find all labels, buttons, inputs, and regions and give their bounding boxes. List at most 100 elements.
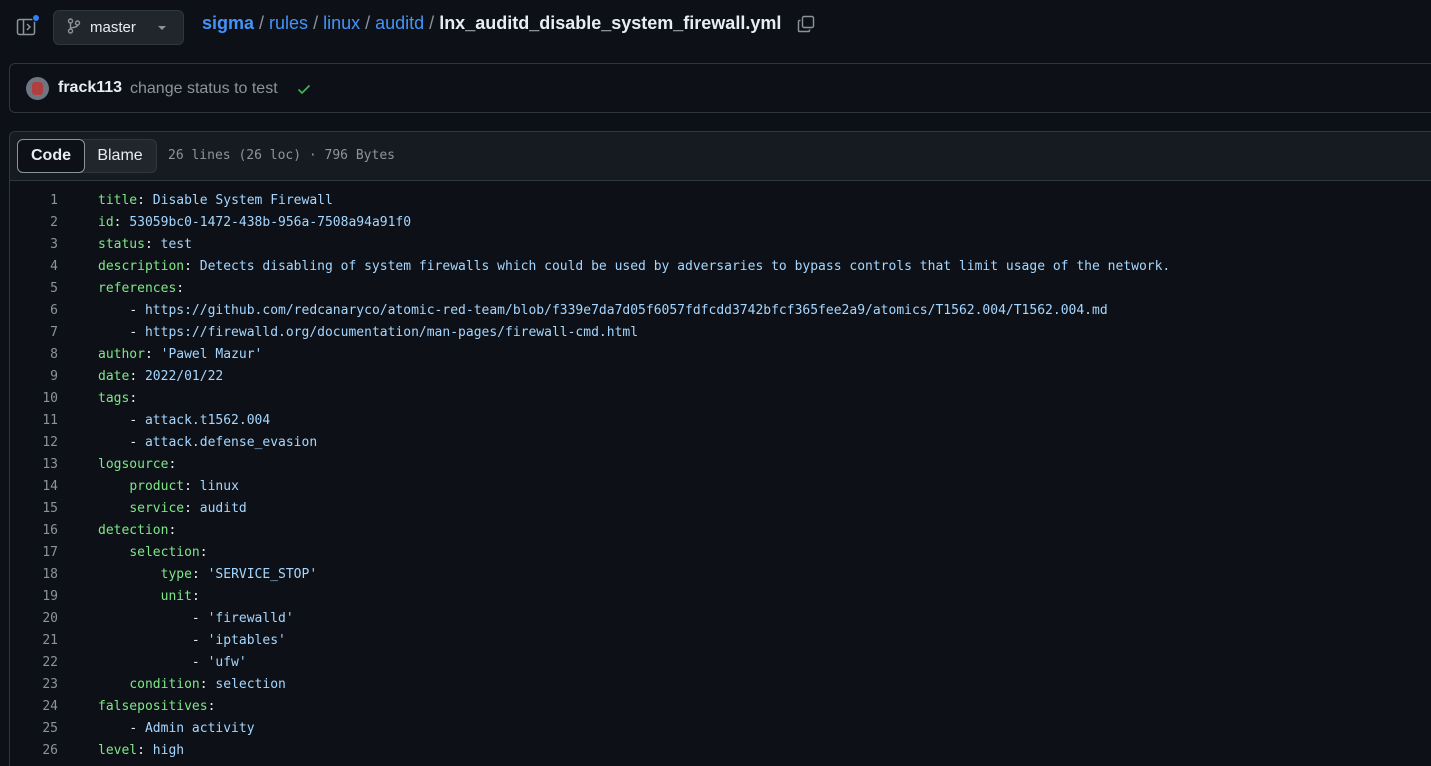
line-number[interactable]: 12 — [10, 432, 58, 454]
code-line: 6 - https://github.com/redcanaryco/atomi… — [10, 300, 1431, 322]
breadcrumb-separator: / — [313, 13, 319, 33]
code-line: 15 service: auditd — [10, 498, 1431, 520]
line-number[interactable]: 8 — [10, 344, 58, 366]
yaml-value: Admin activity — [144, 721, 255, 736]
line-number[interactable]: 18 — [10, 564, 58, 586]
code-line: 7 - https://firewalld.org/documentation/… — [10, 322, 1431, 344]
line-number[interactable]: 15 — [10, 498, 58, 520]
code-listing: 1 title: Disable System Firewall 2 id: 5305… — [10, 190, 1431, 762]
line-number[interactable]: 24 — [10, 696, 58, 718]
sidebar-toggle-icon[interactable] — [16, 14, 40, 38]
line-number[interactable]: 1 — [10, 190, 58, 212]
line-content: - attack.t1562.004 — [129, 413, 271, 428]
line-number[interactable]: 25 — [10, 718, 58, 740]
line-number[interactable]: 17 — [10, 542, 58, 564]
line-number[interactable]: 26 — [10, 740, 58, 762]
line-number[interactable]: 20 — [10, 608, 58, 630]
code-line: 1 title: Disable System Firewall — [10, 190, 1431, 212]
line-content: logsource: — [98, 457, 177, 472]
code-line: 16 detection: — [10, 520, 1431, 542]
yaml-key: service — [129, 501, 185, 516]
yaml-key: condition — [129, 677, 200, 692]
breadcrumb-file-name: lnx_auditd_disable_system_firewall.yml — [439, 13, 782, 33]
line-number[interactable]: 13 — [10, 454, 58, 476]
yaml-value: high — [152, 743, 185, 758]
line-number[interactable]: 22 — [10, 652, 58, 674]
copy-path-icon[interactable] — [796, 14, 816, 34]
notification-dot — [32, 14, 40, 22]
code-line: 20 - 'firewalld' — [10, 608, 1431, 630]
code-line: 11 - attack.t1562.004 — [10, 410, 1431, 432]
file-viewer: Code Blame 26 lines (26 loc) · 796 Bytes… — [9, 131, 1431, 766]
file-info: 26 lines (26 loc) · 796 Bytes — [168, 148, 395, 163]
yaml-key: unit — [160, 589, 192, 604]
yaml-key: level — [98, 743, 138, 758]
chevron-down-icon — [158, 26, 166, 30]
yaml-value: 'iptables' — [207, 633, 286, 648]
commit-author-link[interactable]: frack113 — [58, 79, 122, 97]
code-line: 3 status: test — [10, 234, 1431, 256]
yaml-value: 'ufw' — [207, 655, 247, 670]
line-number[interactable]: 21 — [10, 630, 58, 652]
line-content: - attack.defense_evasion — [129, 435, 318, 450]
line-number[interactable]: 3 — [10, 234, 58, 256]
code-line: 12 - attack.defense_evasion — [10, 432, 1431, 454]
breadcrumb-dir-link[interactable]: rules — [269, 13, 308, 34]
line-number[interactable]: 4 — [10, 256, 58, 278]
line-content: title: Disable System Firewall — [98, 193, 333, 208]
yaml-value: attack.t1562.004 — [144, 413, 271, 428]
line-content: selection: — [129, 545, 208, 560]
code-line: 22 - 'ufw' — [10, 652, 1431, 674]
check-icon[interactable] — [296, 81, 312, 97]
line-content: - Admin activity — [129, 721, 255, 736]
breadcrumb-dir-link[interactable]: auditd — [375, 13, 424, 34]
line-number[interactable]: 19 — [10, 586, 58, 608]
tab-blame[interactable]: Blame — [84, 140, 156, 172]
line-number[interactable]: 23 — [10, 674, 58, 696]
breadcrumb-dir-link[interactable]: linux — [323, 13, 360, 34]
branch-selector-button[interactable]: master — [53, 10, 184, 45]
line-number[interactable]: 9 — [10, 366, 58, 388]
breadcrumb-repo-link[interactable]: sigma — [202, 13, 254, 34]
code-line: 26 level: high — [10, 740, 1431, 762]
code-line: 5 references: — [10, 278, 1431, 300]
line-content: date: 2022/01/22 — [98, 369, 224, 384]
code-line: 8 author: 'Pawel Mazur' — [10, 344, 1431, 366]
commit-message-link[interactable]: change status to test — [130, 80, 278, 98]
line-number[interactable]: 6 — [10, 300, 58, 322]
git-branch-icon — [67, 17, 81, 38]
line-content: - 'firewalld' — [191, 611, 294, 626]
yaml-value: selection — [215, 677, 286, 692]
line-number[interactable]: 5 — [10, 278, 58, 300]
code-line: 25 - Admin activity — [10, 718, 1431, 740]
line-content: unit: — [160, 589, 200, 604]
code-line: 18 type: 'SERVICE_STOP' — [10, 564, 1431, 586]
yaml-key: logsource — [98, 457, 169, 472]
line-number[interactable]: 11 — [10, 410, 58, 432]
yaml-key: tags — [98, 391, 130, 406]
yaml-value: 'Pawel Mazur' — [160, 347, 263, 362]
line-number[interactable]: 10 — [10, 388, 58, 410]
line-number[interactable]: 14 — [10, 476, 58, 498]
line-number[interactable]: 16 — [10, 520, 58, 542]
yaml-key: references — [98, 281, 177, 296]
line-content: - https://github.com/redcanaryco/atomic-… — [129, 303, 1108, 318]
code-line: 13 logsource: — [10, 454, 1431, 476]
yaml-key: type — [160, 567, 192, 582]
yaml-key: id — [98, 215, 114, 230]
line-content: - 'iptables' — [191, 633, 286, 648]
line-number[interactable]: 2 — [10, 212, 58, 234]
yaml-value: Disable System Firewall — [152, 193, 333, 208]
yaml-value: 'firewalld' — [207, 611, 294, 626]
avatar[interactable] — [26, 77, 49, 100]
yaml-value: 'SERVICE_STOP' — [207, 567, 318, 582]
tab-code[interactable]: Code — [17, 139, 85, 173]
yaml-value: https://github.com/redcanaryco/atomic-re… — [144, 303, 1108, 318]
yaml-value: linux — [199, 479, 239, 494]
yaml-value: 53059bc0-1472-438b-956a-7508a94a91f0 — [129, 215, 412, 230]
line-content: description: Detects disabling of system… — [98, 259, 1171, 274]
yaml-key: title — [98, 193, 138, 208]
line-number[interactable]: 7 — [10, 322, 58, 344]
yaml-key: description — [98, 259, 185, 274]
line-content: id: 53059bc0-1472-438b-956a-7508a94a91f0 — [98, 215, 412, 230]
